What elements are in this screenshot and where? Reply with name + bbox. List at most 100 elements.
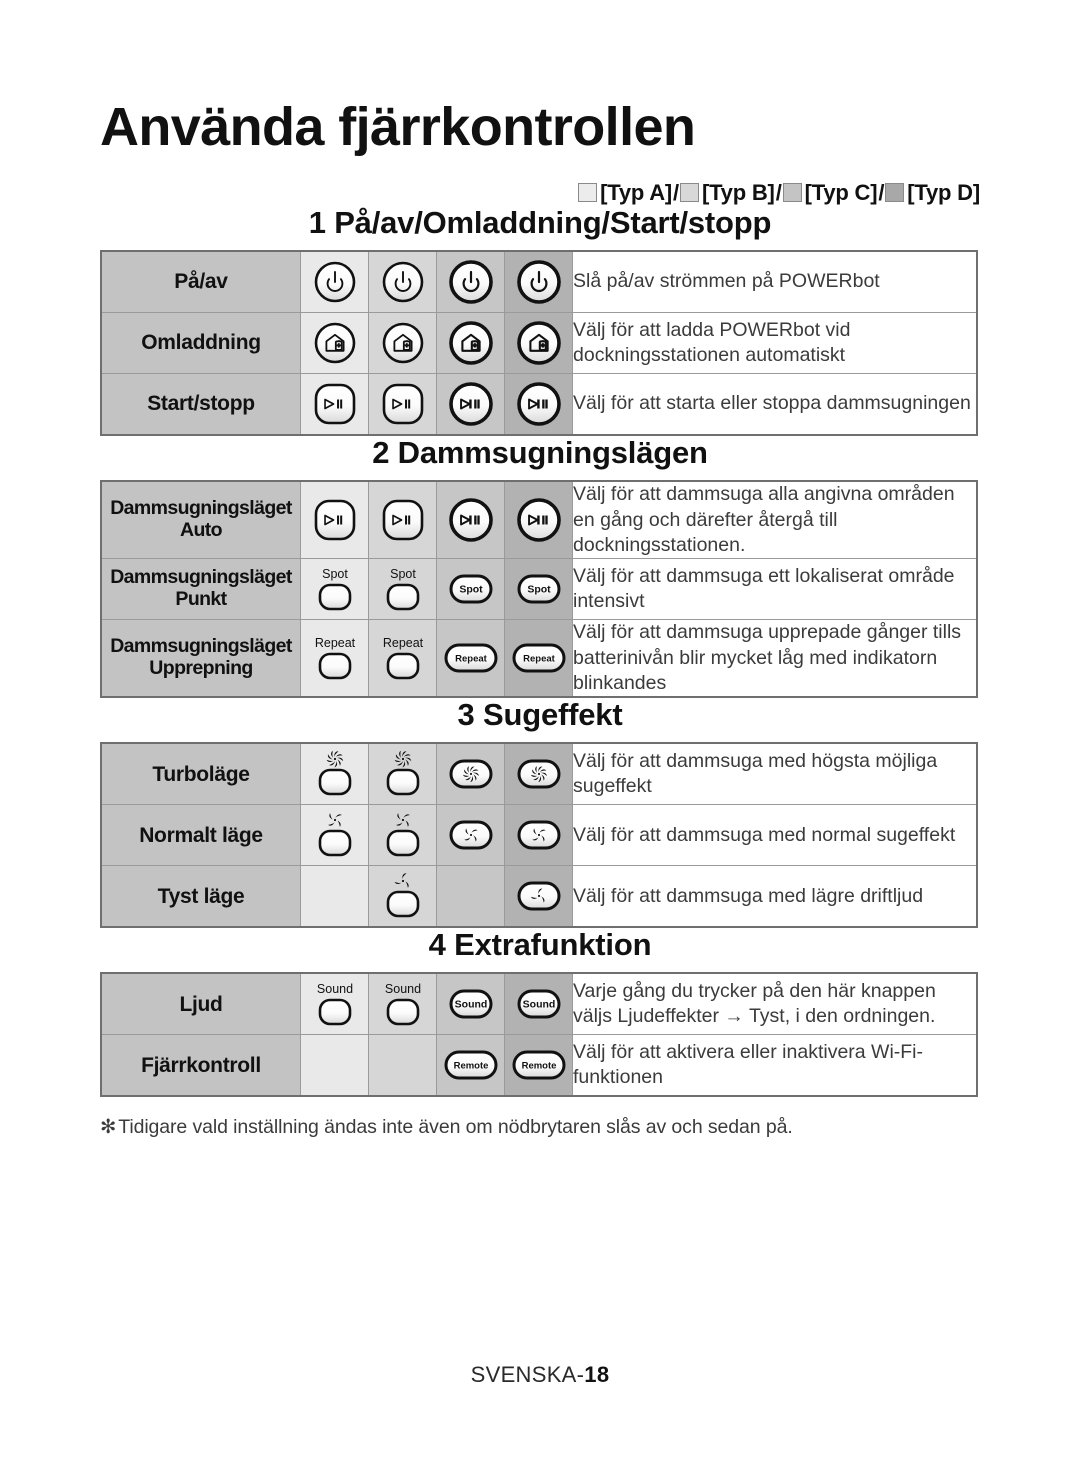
- button-icon-fan-silent-type-d[interactable]: [504, 865, 573, 928]
- button-icon-fan-turbo-type-c[interactable]: [436, 742, 505, 806]
- icon-wrapper: Sound: [437, 976, 504, 1032]
- button-icon-home-charge-type-a[interactable]: [300, 312, 369, 375]
- button-icon-fan-normal-type-a[interactable]: [300, 804, 369, 867]
- icon-wrapper: Sound: [505, 976, 572, 1032]
- icon-wrapper: [505, 315, 572, 371]
- icon-wrapper: Repeat: [301, 630, 368, 686]
- button-icon-play-pause-type-a[interactable]: [300, 480, 369, 560]
- legend-item-type-c: [Typ C]: [782, 180, 878, 206]
- button-icon-remote-type-c[interactable]: Remote: [436, 1034, 505, 1097]
- button-icon-fan-turbo-type-a[interactable]: [300, 742, 369, 806]
- table-row: På/av Slå på/av strömmen på POWERbot: [100, 250, 978, 314]
- icon-wrapper: Spot: [505, 561, 572, 617]
- document-page: Använda fjärrkontrollen [Typ A]/[Typ B]/…: [0, 0, 1080, 1479]
- legend-swatch-type-c: [782, 183, 802, 202]
- button-icon-spot-type-a[interactable]: Spot: [300, 558, 369, 621]
- svg-text:Spot: Spot: [527, 584, 551, 596]
- button-icon-play-pause-type-d[interactable]: [504, 480, 573, 560]
- footnote-marker-icon: ✻: [100, 1116, 117, 1139]
- svg-text:Sound: Sound: [384, 982, 420, 996]
- row-label-line2: Upprepning: [149, 657, 253, 680]
- button-icon-fan-normal-type-d[interactable]: [504, 804, 573, 867]
- row-label-line1: Dammsugningsläget: [110, 635, 292, 658]
- row-description: Välj för att dammsuga med högsta möjliga…: [572, 742, 978, 806]
- row-description: Välj för att ladda POWERbot vid dockning…: [572, 312, 978, 375]
- button-icon-sound-type-b[interactable]: Sound: [368, 972, 437, 1036]
- button-icon-repeat-type-c[interactable]: Repeat: [436, 619, 505, 698]
- legend-label-type-b: [Typ B]: [701, 180, 775, 205]
- button-icon-spot-type-c[interactable]: Spot: [436, 558, 505, 621]
- button-icon-fan-normal-type-b[interactable]: [368, 804, 437, 867]
- button-icon-spot-type-d[interactable]: Spot: [504, 558, 573, 621]
- row-label-line1: Dammsugningsläget: [110, 497, 292, 520]
- button-icon-play-pause-type-d[interactable]: [504, 373, 573, 436]
- legend-swatch-type-a: [578, 183, 598, 202]
- button-icon-power-type-c[interactable]: [436, 250, 505, 314]
- button-icon-fan-silent-type-b[interactable]: [368, 865, 437, 928]
- svg-text:Sound: Sound: [522, 999, 555, 1011]
- page-footer: SVENSKA-18: [0, 1362, 1080, 1388]
- section-table-1: På/av Slå på/av strömmen på POWERbot Omlad…: [100, 250, 978, 437]
- icon-wrapper: [301, 254, 368, 310]
- button-icon-sound-type-a[interactable]: Sound: [300, 972, 369, 1036]
- svg-text:Remote: Remote: [453, 1061, 488, 1072]
- table-row: Normalt läge Välj för att dammsuga med no…: [100, 804, 978, 867]
- row-label-line1: Fjärrkontroll: [141, 1053, 261, 1077]
- button-icon-home-charge-type-d[interactable]: [504, 312, 573, 375]
- button-icon-play-pause-type-c[interactable]: [436, 373, 505, 436]
- button-icon-play-pause-type-b[interactable]: [368, 373, 437, 436]
- icon-wrapper: [369, 315, 436, 371]
- icon-wrapper: [437, 492, 504, 548]
- table-row: Dammsugningsläget Punkt Spot Spot Spot Spot Vä…: [100, 558, 978, 621]
- button-icon-home-charge-type-c[interactable]: [436, 312, 505, 375]
- button-icon-play-pause-type-b[interactable]: [368, 480, 437, 560]
- button-icon-power-type-a[interactable]: [300, 250, 369, 314]
- icon-wrapper: [301, 315, 368, 371]
- button-icon-spot-type-b[interactable]: Spot: [368, 558, 437, 621]
- legend-label-type-c: [Typ C]: [804, 180, 878, 205]
- button-icon-fan-turbo-type-d[interactable]: [504, 742, 573, 806]
- row-label: Ljud: [100, 972, 301, 1036]
- row-label-line1: Start/stopp: [147, 392, 255, 416]
- icon-wrapper: [505, 868, 572, 924]
- svg-text:Repeat: Repeat: [382, 636, 423, 650]
- icon-wrapper: [301, 807, 368, 863]
- icon-wrapper: [505, 254, 572, 310]
- icon-wrapper: Spot: [301, 561, 368, 617]
- row-label: På/av: [100, 250, 301, 314]
- icon-wrapper: Sound: [369, 976, 436, 1032]
- section-heading-4: 4 Extrafunktion: [428, 927, 652, 963]
- table-row: Turboläge Välj för att dammsuga med högst…: [100, 742, 978, 806]
- icon-wrapper: [505, 746, 572, 802]
- row-label: Fjärrkontroll: [100, 1034, 301, 1097]
- button-icon-home-charge-type-b[interactable]: [368, 312, 437, 375]
- button-icon-repeat-type-d[interactable]: Repeat: [504, 619, 573, 698]
- icon-wrapper: [369, 254, 436, 310]
- table-row: Omladdning Välj för att ladda POWERbot vi…: [100, 312, 978, 375]
- button-icon-sound-type-d[interactable]: Sound: [504, 972, 573, 1036]
- footnote-text: Tidigare vald inställning ändas inte äve…: [118, 1116, 793, 1139]
- legend-swatch-type-b: [679, 183, 699, 202]
- button-icon-play-pause-type-a[interactable]: [300, 373, 369, 436]
- row-label-line1: På/av: [174, 270, 228, 294]
- icon-wrapper: [437, 254, 504, 310]
- icon-wrapper: [437, 807, 504, 863]
- row-label: Normalt läge: [100, 804, 301, 867]
- button-icon-repeat-type-a[interactable]: Repeat: [300, 619, 369, 698]
- button-icon-play-pause-type-c[interactable]: [436, 480, 505, 560]
- icon-wrapper: Remote: [505, 1037, 572, 1093]
- icon-wrapper: [505, 376, 572, 432]
- button-icon-repeat-type-b[interactable]: Repeat: [368, 619, 437, 698]
- row-description: Välj för att dammsuga ett lokaliserat om…: [572, 558, 978, 621]
- row-label: Dammsugningsläget Upprepning: [100, 619, 301, 698]
- button-icon-remote-type-d[interactable]: Remote: [504, 1034, 573, 1097]
- button-icon-sound-type-c[interactable]: Sound: [436, 972, 505, 1036]
- row-description: Varje gång du trycker på den här knappen…: [572, 972, 978, 1036]
- button-icon-power-type-d[interactable]: [504, 250, 573, 314]
- button-icon-fan-normal-type-c[interactable]: [436, 804, 505, 867]
- row-description: Välj för att dammsuga upprepade gånger t…: [572, 619, 978, 698]
- button-icon-power-type-b[interactable]: [368, 250, 437, 314]
- row-description: Välj för att dammsuga alla angivna områd…: [572, 480, 978, 560]
- icon-wrapper: Remote: [437, 1037, 504, 1093]
- button-icon-fan-turbo-type-b[interactable]: [368, 742, 437, 806]
